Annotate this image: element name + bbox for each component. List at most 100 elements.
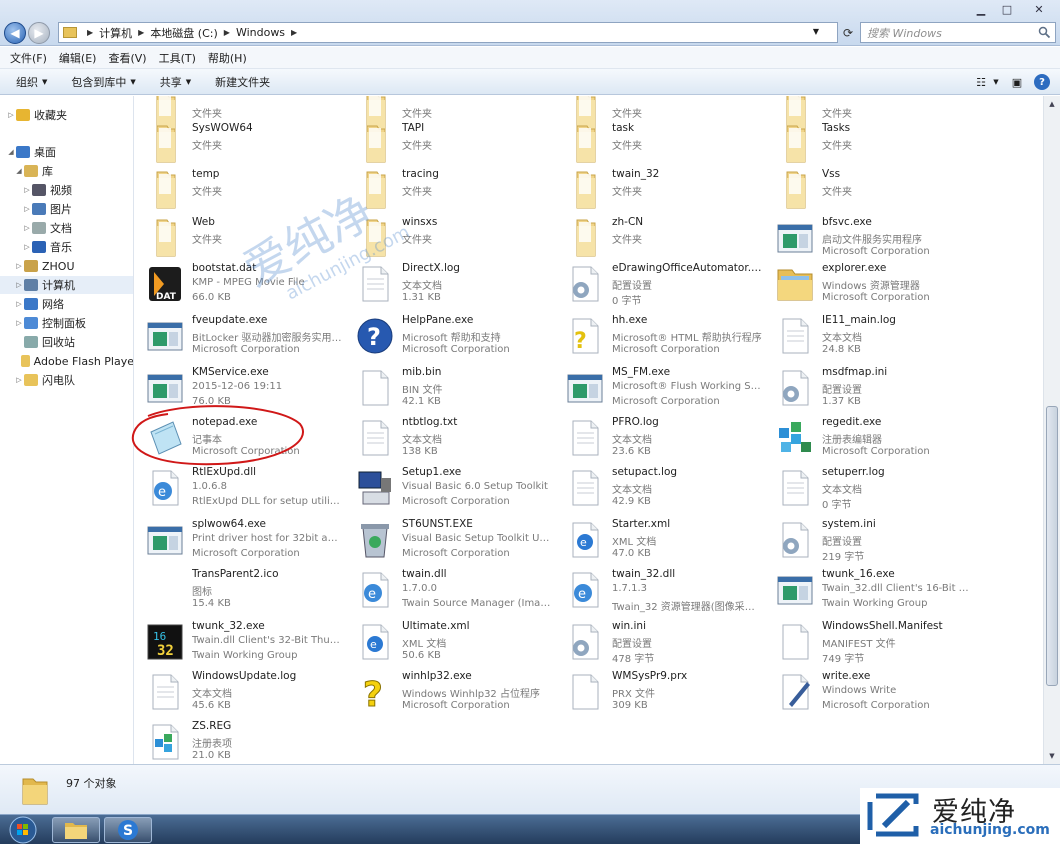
file-item[interactable]: bfsvc.exe 启动文件服务实用程序 Microsoft Corporation <box>765 214 970 262</box>
nav-item[interactable]: 回收站 <box>0 333 133 351</box>
minimize-button[interactable]: ▁ <box>968 0 994 18</box>
file-item[interactable]: splwow64.exe Print driver host for 32bit … <box>135 516 342 564</box>
file-item[interactable]: e twain_32.dll 1.7.1.3 Twain_32 资源管理器(图像采集.… <box>555 566 762 614</box>
back-button[interactable]: ◀ <box>4 22 26 44</box>
scroll-up-icon[interactable]: ▲ <box>1044 96 1060 112</box>
chevron-right-icon[interactable]: ▶ <box>138 28 144 37</box>
file-item[interactable]: explorer.exe Windows 资源管理器 Microsoft Corpo… <box>765 260 970 308</box>
scroll-down-icon[interactable]: ▼ <box>1044 748 1060 764</box>
nav-item[interactable]: ▷ 文档 <box>0 219 133 237</box>
chevron-right-icon[interactable]: ▶ <box>87 28 93 37</box>
file-item[interactable]: e RtlExUpd.dll 1.0.6.8 RtlExUpd DLL for set… <box>135 464 342 512</box>
file-item[interactable]: MS_FM.exe Microsoft® Flush Working Set...… <box>555 364 762 412</box>
file-item[interactable]: WMSysPr9.prx PRX 文件 309 KB <box>555 668 760 716</box>
forward-button[interactable]: ▶ <box>28 22 50 44</box>
file-item[interactable]: zh-CN 文件夹 <box>555 214 760 262</box>
expand-arrow-icon[interactable]: ▷ <box>22 205 32 213</box>
file-item[interactable]: notepad.exe 记事本 Microsoft Corporation <box>135 414 340 462</box>
taskbar-app-button[interactable]: S <box>104 817 152 843</box>
taskbar-explorer-button[interactable] <box>52 817 100 843</box>
close-button[interactable]: ✕ <box>1020 0 1058 18</box>
file-item[interactable]: ? HelpPane.exe Microsoft 帮助和支持 Microsoft Co… <box>345 312 550 360</box>
file-item[interactable]: winsxs 文件夹 <box>345 214 550 262</box>
breadcrumb-item[interactable]: 计算机 <box>99 25 132 41</box>
address-bar[interactable]: ▶ 计算机 ▶ 本地磁盘 (C:) ▶ Windows ▶ ▼ <box>58 22 838 43</box>
file-item[interactable]: TAPI 文件夹 <box>345 120 550 168</box>
navigation-pane[interactable]: ▷ 收藏夹 ◢ 桌面 ◢ 库 ▷ 视频 ▷ 图片 ▷ 文档 ▷ 音乐 ▷ ZHOU ▷ 计算机 ▷ 网络 ▷ 控制面板 回收… <box>0 96 134 764</box>
file-item[interactable]: Tasks 文件夹 <box>765 120 970 168</box>
include-in-library-button[interactable]: 包含到库中 ▼ <box>71 74 135 90</box>
search-input[interactable]: 搜索 Windows <box>860 22 1056 43</box>
file-item[interactable]: ST6UNST.EXE Visual Basic Setup Toolkit Un… <box>345 516 552 564</box>
refresh-button[interactable]: ⟳ <box>840 22 856 43</box>
nav-item[interactable]: ◢ 库 <box>0 162 133 180</box>
vertical-scrollbar[interactable]: ▲ ▼ <box>1043 96 1060 764</box>
expand-arrow-icon[interactable]: ▷ <box>14 376 24 384</box>
share-button[interactable]: 共享 ▼ <box>160 74 191 90</box>
file-item[interactable]: fveupdate.exe BitLocker 驱动器加密服务实用工... Micr… <box>135 312 342 360</box>
file-item[interactable]: WindowsUpdate.log 文本文档 45.6 KB <box>135 668 340 716</box>
expand-arrow-icon[interactable]: ▷ <box>22 243 32 251</box>
breadcrumb-item[interactable]: 本地磁盘 (C:) <box>150 25 217 41</box>
file-item[interactable]: DirectX.log 文本文档 1.31 KB <box>345 260 550 308</box>
file-item[interactable]: IE11_main.log 文本文档 24.8 KB <box>765 312 970 360</box>
new-folder-button[interactable]: 新建文件夹 <box>215 74 270 90</box>
expanded-arrow-icon[interactable]: ◢ <box>6 148 16 156</box>
file-item[interactable]: ZS.REG 注册表项 21.0 KB <box>135 718 340 764</box>
nav-item[interactable]: ▷ ZHOU <box>0 257 133 275</box>
file-item[interactable]: WindowsShell.Manifest MANIFEST 文件 749 字节 <box>765 618 970 666</box>
file-item[interactable]: e twain.dll 1.7.0.0 Twain Source Manager (I… <box>345 566 552 614</box>
nav-item[interactable]: ▷ 音乐 <box>0 238 133 256</box>
file-item[interactable]: eDrawingOfficeAutomator.INI 配置设置 0 字节 <box>555 260 762 308</box>
expand-arrow-icon[interactable]: ▷ <box>22 224 32 232</box>
file-item[interactable]: msdfmap.ini 配置设置 1.37 KB <box>765 364 970 412</box>
file-item[interactable]: SysWOW64 文件夹 <box>135 120 340 168</box>
nav-item[interactable]: ▷ 收藏夹 <box>0 106 133 124</box>
file-list[interactable]: 文件夹 文件夹 文件夹 文件夹 SysWOW64 文件夹 TAPI 文件夹 task 文件夹 Tas… <box>135 96 1043 764</box>
file-item[interactable]: setuperr.log 文本文档 0 字节 <box>765 464 970 512</box>
maximize-button[interactable]: □ <box>994 0 1020 18</box>
nav-item[interactable]: ▷ 网络 <box>0 295 133 313</box>
file-item[interactable]: 16 32 twunk_32.exe Twain.dll Client's 32-Bi… <box>135 618 342 666</box>
expand-arrow-icon[interactable]: ▷ <box>14 300 24 308</box>
menu-view[interactable]: 查看(V) <box>108 50 146 66</box>
breadcrumb-item[interactable]: Windows <box>236 26 285 39</box>
file-item[interactable]: temp 文件夹 <box>135 166 340 214</box>
file-item[interactable]: TransParent2.ico 图标 15.4 KB <box>135 566 340 614</box>
file-item[interactable]: ntbtlog.txt 文本文档 138 KB <box>345 414 550 462</box>
file-item[interactable]: system.ini 配置设置 219 字节 <box>765 516 970 564</box>
file-item[interactable]: Setup1.exe Visual Basic 6.0 Setup Toolkit… <box>345 464 550 512</box>
file-item[interactable]: regedit.exe 注册表编辑器 Microsoft Corporation <box>765 414 970 462</box>
file-item[interactable]: KMService.exe 2015-12-06 19:11 76.0 KB <box>135 364 340 412</box>
menu-tools[interactable]: 工具(T) <box>159 50 196 66</box>
expand-arrow-icon[interactable]: ▷ <box>14 281 24 289</box>
nav-item[interactable]: ▷ 视频 <box>0 181 133 199</box>
nav-item[interactable]: ▷ 图片 <box>0 200 133 218</box>
file-item[interactable]: setupact.log 文本文档 42.9 KB <box>555 464 760 512</box>
file-item[interactable]: DAT bootstat.dat KMP - MPEG Movie File 66.0… <box>135 260 340 308</box>
chevron-down-icon[interactable]: ▼ <box>992 73 1000 91</box>
menu-help[interactable]: 帮助(H) <box>208 50 247 66</box>
menu-file[interactable]: 文件(F) <box>10 50 47 66</box>
expand-arrow-icon[interactable]: ▷ <box>22 186 32 194</box>
expand-arrow-icon[interactable]: ▷ <box>14 319 24 327</box>
start-button[interactable] <box>4 815 42 844</box>
file-item[interactable]: ? winhlp32.exe Windows Winhlp32 占位程序 Micros… <box>345 668 550 716</box>
nav-item[interactable]: ▷ 计算机 <box>0 276 133 294</box>
chevron-right-icon[interactable]: ▶ <box>291 28 297 37</box>
file-item[interactable]: win.ini 配置设置 478 字节 <box>555 618 760 666</box>
nav-item[interactable]: ▷ 闪电队 <box>0 371 133 389</box>
nav-item[interactable]: Adobe Flash Playe <box>0 352 133 370</box>
file-item[interactable]: Vss 文件夹 <box>765 166 970 214</box>
nav-item[interactable]: ◢ 桌面 <box>0 143 133 161</box>
file-item[interactable]: twain_32 文件夹 <box>555 166 760 214</box>
file-item[interactable]: e Starter.xml XML 文档 47.0 KB <box>555 516 760 564</box>
file-item[interactable]: PFRO.log 文本文档 23.6 KB <box>555 414 760 462</box>
file-item[interactable]: tracing 文件夹 <box>345 166 550 214</box>
expand-arrow-icon[interactable]: ▷ <box>14 262 24 270</box>
expanded-arrow-icon[interactable]: ◢ <box>14 167 24 175</box>
file-item[interactable]: ? hh.exe Microsoft® HTML 帮助执行程序 Microsoft C… <box>555 312 762 360</box>
file-item[interactable]: mib.bin BIN 文件 42.1 KB <box>345 364 550 412</box>
help-icon[interactable]: ? <box>1034 74 1050 90</box>
file-item[interactable]: task 文件夹 <box>555 120 760 168</box>
